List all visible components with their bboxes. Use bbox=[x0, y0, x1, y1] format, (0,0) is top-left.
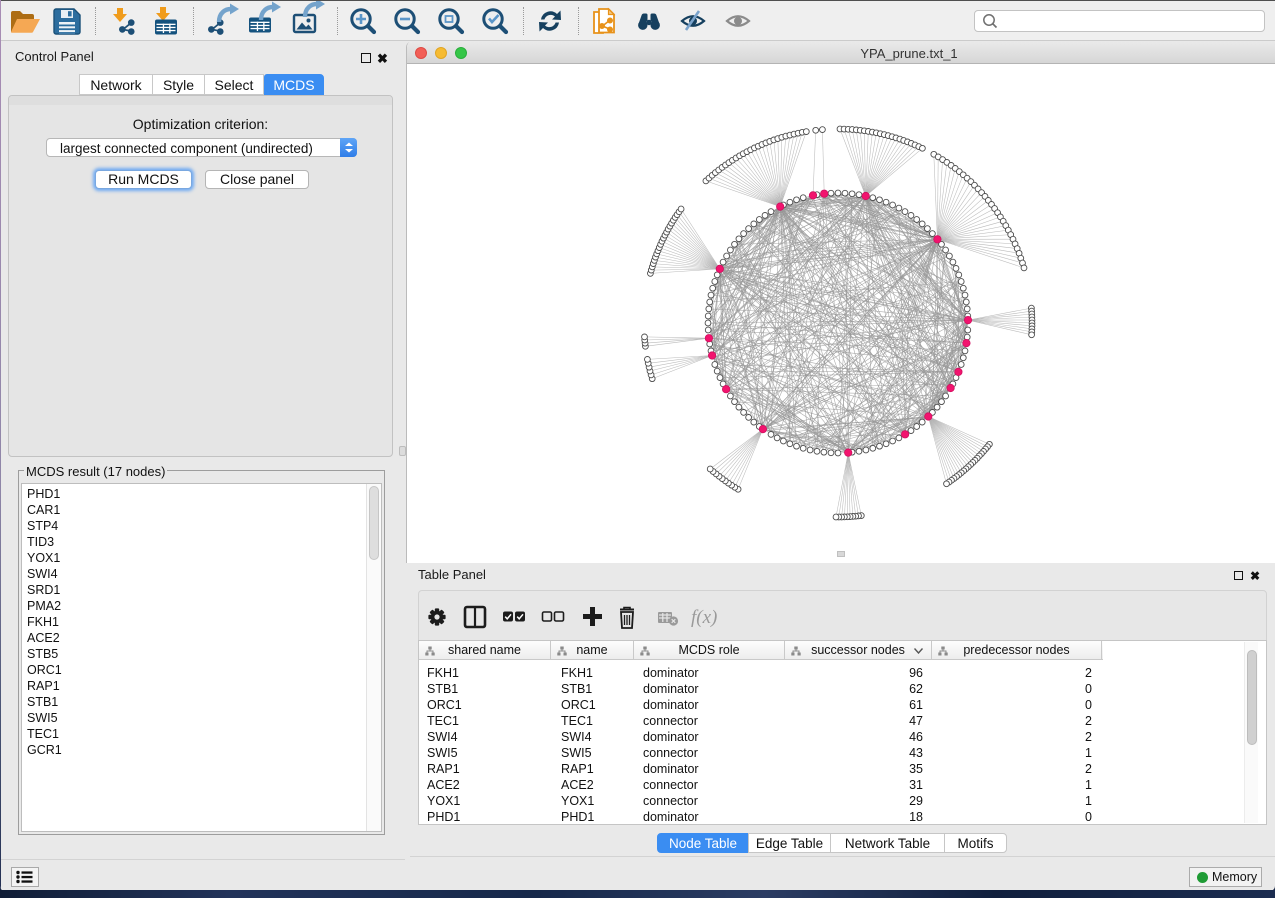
svg-text:f(x): f(x) bbox=[691, 607, 717, 628]
